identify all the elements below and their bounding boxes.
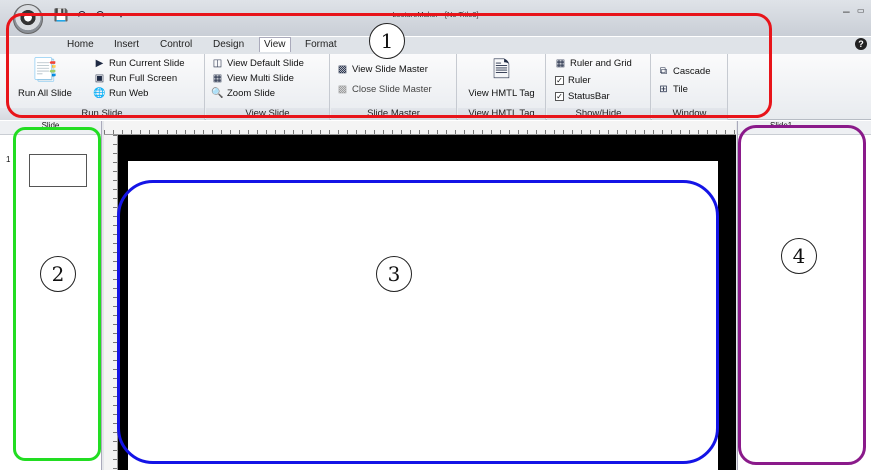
zoom-icon: 🔍 <box>211 88 224 99</box>
run-current-slide-button[interactable]: ▶ Run Current Slide <box>94 58 185 69</box>
view-slide-master-button[interactable]: ▩ View Slide Master <box>337 64 428 75</box>
multi-view-icon: ▦ <box>212 73 223 84</box>
workspace: Slide 1 Slide1 <box>0 121 871 470</box>
play-slide-icon: ▶ <box>95 58 104 69</box>
group-slide-master: ▩ View Slide Master ▩ Close Slide Master S… <box>331 54 457 120</box>
callout-number-4: 4 <box>781 238 817 274</box>
grid-icon: ▦ <box>555 58 566 69</box>
full-screen-icon: ▣ <box>94 73 105 84</box>
group-label-show-hide: Show/Hide <box>547 108 650 120</box>
help-icon[interactable]: ? <box>855 38 867 50</box>
slide-panel-header: Slide <box>0 121 101 135</box>
slide-thumbnail-number: 1 <box>6 155 11 164</box>
tab-insert[interactable]: Insert <box>114 39 139 50</box>
group-run-slide: 📑 Run All Slide ▶ Run Current Slide ▣ Run … <box>0 54 205 120</box>
application-menu-button[interactable] <box>13 4 43 34</box>
tab-control[interactable]: Control <box>160 39 192 50</box>
title-bar: 💾 ↶ ↷ ▾ LectureMaker - [No Title3] – ▭ <box>0 0 871 36</box>
tab-format[interactable]: Format <box>305 39 337 50</box>
editing-area <box>118 135 736 470</box>
run-full-screen-button[interactable]: ▣ Run Full Screen <box>94 73 177 84</box>
horizontal-ruler <box>104 121 736 135</box>
run-web-button[interactable]: 🌐 Run Web <box>93 88 148 99</box>
ribbon: 📑 Run All Slide ▶ Run Current Slide ▣ Run … <box>0 54 871 120</box>
ruler-checkbox[interactable]: ✓ Ruler <box>555 75 591 86</box>
group-label-window: Window <box>652 108 727 120</box>
ribbon-tabs: Home Insert Control Design View Format ? <box>0 37 871 54</box>
callout-number-1: 1 <box>369 23 405 59</box>
globe-icon: 🌐 <box>93 88 106 99</box>
slide-canvas[interactable] <box>128 161 718 470</box>
close-slide-master-button[interactable]: ▩ Close Slide Master <box>337 84 432 95</box>
group-show-hide: ▦ Ruler and Grid ✓ Ruler ✓ StatusBar Show/H… <box>547 54 651 120</box>
callout-number-3: 3 <box>376 256 412 292</box>
group-label-run-slide: Run Slide <box>0 108 204 120</box>
group-label-view-slide: View Slide <box>206 108 329 120</box>
cascade-icon: ⧉ <box>659 66 668 77</box>
tab-home[interactable]: Home <box>67 39 94 50</box>
cascade-button[interactable]: ⧉ Cascade <box>658 66 711 77</box>
statusbar-checkbox[interactable]: ✓ StatusBar <box>555 91 610 102</box>
group-label-slide-master: Slide Master <box>331 108 456 120</box>
view-multi-slide-button[interactable]: ▦ View Multi Slide <box>212 73 294 84</box>
tab-view[interactable]: View <box>259 37 291 52</box>
group-label-html-tag: View HMTL Tag <box>458 108 545 120</box>
view-html-tag-button[interactable]: 🗎 View HMTL Tag <box>464 57 539 100</box>
property-panel: Slide1 <box>737 121 871 470</box>
window-title: LectureMaker - [No Title3] <box>392 10 479 19</box>
default-view-icon: ◫ <box>212 58 223 69</box>
tile-button[interactable]: ⊞ Tile <box>658 84 688 95</box>
minimize-icon[interactable]: – <box>843 4 850 18</box>
group-window: ⧉ Cascade ⊞ Tile Window <box>652 54 728 120</box>
group-view-slide: ◫ View Default Slide ▦ View Multi Slide 🔍 Z… <box>206 54 330 120</box>
slide-list-panel: Slide 1 <box>0 121 102 470</box>
close-master-icon: ▩ <box>337 84 348 95</box>
tile-icon: ⊞ <box>659 84 668 95</box>
slide-master-icon: ▩ <box>337 64 348 75</box>
zoom-slide-button[interactable]: 🔍 Zoom Slide <box>211 88 275 99</box>
vertical-ruler <box>104 135 118 470</box>
slide-thumbnail[interactable] <box>29 154 87 187</box>
callout-number-2: 2 <box>40 256 76 292</box>
slides-stack-icon: 📑 <box>31 57 59 82</box>
ruler-and-grid-button[interactable]: ▦ Ruler and Grid <box>555 58 632 69</box>
tab-design[interactable]: Design <box>213 39 244 50</box>
html-document-icon: 🗎 <box>492 57 511 82</box>
checkmark-icon: ✓ <box>555 92 564 101</box>
group-html-tag: 🗎 View HMTL Tag View HMTL Tag <box>458 54 546 120</box>
run-all-slide-button[interactable]: 📑 Run All Slide <box>18 57 72 100</box>
view-default-slide-button[interactable]: ◫ View Default Slide <box>212 58 304 69</box>
maximize-icon[interactable]: ▭ <box>857 6 865 15</box>
checkmark-icon: ✓ <box>555 76 564 85</box>
property-panel-header: Slide1 <box>738 121 871 135</box>
